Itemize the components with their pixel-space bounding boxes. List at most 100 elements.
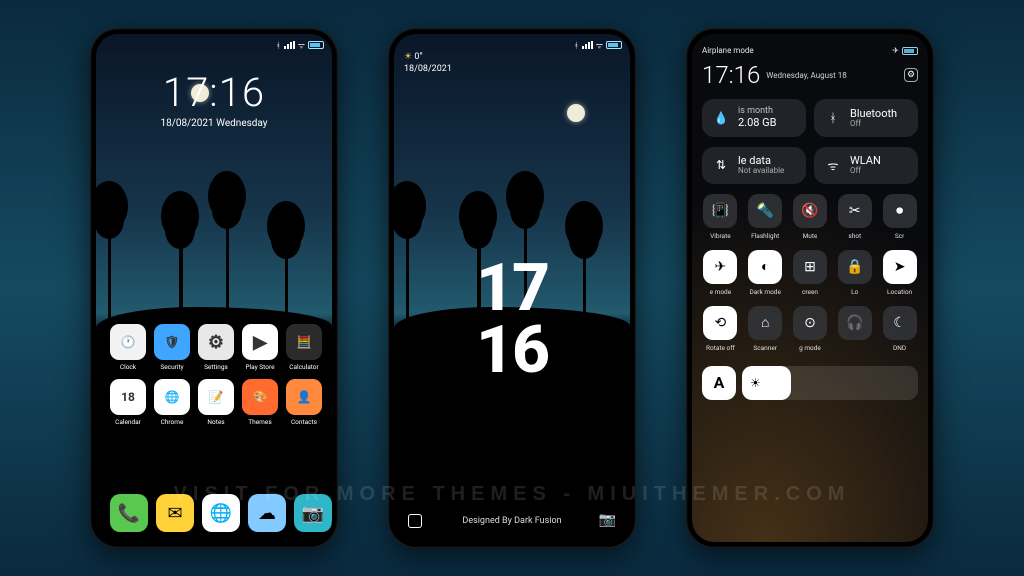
toggle-vibrate[interactable]: 📳Vibrate <box>702 194 739 240</box>
clock-widget[interactable]: 17:16 18/08/2021 Wednesday <box>96 69 332 129</box>
toggle-label: Location <box>887 288 912 296</box>
phone-home: ᚼ ᯤ 17:16 18/08/2021 Wednesday 🕐Clock🛡Se… <box>90 28 338 548</box>
toggle-label: Vibrate <box>710 232 731 240</box>
toggle-icon: ⊞ <box>793 250 827 284</box>
tile-main: Bluetooth <box>850 108 897 120</box>
toggle-label: shot <box>848 232 861 240</box>
time-text: 17:16 <box>96 69 332 116</box>
app-contacts[interactable]: 👤Contacts <box>286 379 322 426</box>
dock-camera[interactable]: 📷 <box>294 494 332 532</box>
cc-header: 17:16 Wednesday, August 18 ⚙ <box>702 61 918 89</box>
tile-icon: ⇅ <box>712 156 730 174</box>
toggle-rotate-off[interactable]: ⟲Rotate off <box>702 306 739 352</box>
temp-text: 0° <box>414 52 422 62</box>
date-text: 18/08/2021 Wednesday <box>96 118 332 129</box>
toggle-icon: 🎧 <box>838 306 872 340</box>
toggle-label: g mode <box>799 344 821 352</box>
app-label: Calendar <box>115 418 141 426</box>
app-label: Security <box>160 363 183 371</box>
tile-icon: ᯤ <box>824 156 842 174</box>
app-security[interactable]: 🛡Security <box>154 324 190 371</box>
app-icon: 18 <box>110 379 146 415</box>
toggle-location[interactable]: ➤ Location <box>881 250 918 296</box>
battery-icon <box>606 41 622 49</box>
toggle-icon: 🔇 <box>793 194 827 228</box>
app-calendar[interactable]: 18 Calendar <box>110 379 146 426</box>
toggle-scr[interactable]: ⏺ Scr <box>881 194 918 240</box>
dock-weather[interactable]: ☁ <box>248 494 286 532</box>
camera-shortcut-icon[interactable]: 📷 <box>599 512 616 528</box>
toggle-lo[interactable]: 🔒Lo <box>836 250 873 296</box>
app-label: Clock <box>120 363 136 371</box>
quick-settings-row: 📳Vibrate🔦Flashlight🔇Mute ✂ shot ⏺ Scr <box>702 194 918 240</box>
toggle-label: e mode <box>710 288 732 296</box>
weather-widget[interactable]: ☀ 0° 18/08/2021 <box>404 52 452 75</box>
brightness-slider[interactable]: ☀ <box>742 366 918 400</box>
dock-messages[interactable]: ✉ <box>156 494 194 532</box>
toggle-creen[interactable]: ⊞ creen <box>792 250 829 296</box>
app-notes[interactable]: 📝Notes <box>198 379 234 426</box>
control-center[interactable]: Airplane mode ✈ 17:16 Wednesday, August … <box>692 34 928 542</box>
app-label: Themes <box>248 418 271 426</box>
toggle-icon: 🔦 <box>748 194 782 228</box>
tile--gb[interactable]: 💧is month2.08 GB <box>702 99 806 137</box>
wifi-icon: ᯤ <box>298 40 305 51</box>
toggle-icon: ⟲ <box>703 306 737 340</box>
tile-icon: 💧 <box>712 109 730 127</box>
signal-icon <box>582 41 593 49</box>
tile-le-data[interactable]: ⇅le dataNot available <box>702 147 806 184</box>
toggle-label: Scr <box>895 232 904 240</box>
toggle-item[interactable]: 🎧 <box>836 306 873 352</box>
dock: 📞✉🌐☁📷 <box>110 494 318 532</box>
app-themes[interactable]: 🎨 Themes <box>242 379 278 426</box>
dock-phone[interactable]: 📞 <box>110 494 148 532</box>
toggle-icon: ⊙ <box>793 306 827 340</box>
app-icon: 🎨 <box>242 379 278 415</box>
cc-status-bar: Airplane mode ✈ <box>702 46 918 55</box>
app-icon: 📷 <box>294 494 332 532</box>
app-play-store[interactable]: ▶Play Store <box>242 324 278 371</box>
toggle-g-mode[interactable]: ⊙ g mode <box>792 306 829 352</box>
settings-button[interactable]: ⚙ <box>904 68 918 82</box>
moon <box>567 104 585 122</box>
toggle-flashlight[interactable]: 🔦Flashlight <box>747 194 784 240</box>
app-chrome[interactable]: 🌐Chrome <box>154 379 190 426</box>
toggle-icon: ◐ <box>748 250 782 284</box>
app-icon: 🕐 <box>110 324 146 360</box>
tile-icon: ᚼ <box>824 109 842 127</box>
tile-sub: Off <box>850 120 897 129</box>
brightness-row: A ☀ <box>702 366 918 400</box>
toggle-icon: ⏺ <box>883 194 917 228</box>
dock-browser[interactable]: 🌐 <box>202 494 240 532</box>
phone-control-center: Airplane mode ✈ 17:16 Wednesday, August … <box>686 28 934 548</box>
toggle-e-mode[interactable]: ✈e mode <box>702 250 739 296</box>
home-screen[interactable]: ᚼ ᯤ 17:16 18/08/2021 Wednesday 🕐Clock🛡Se… <box>96 34 332 542</box>
toggle-icon: ➤ <box>883 250 917 284</box>
app-clock[interactable]: 🕐 Clock <box>110 324 146 371</box>
toggle-icon: ✂ <box>838 194 872 228</box>
app-icon: ⚙ <box>198 324 234 360</box>
app-calculator[interactable]: 🧮Calculator <box>286 324 322 371</box>
auto-brightness-toggle[interactable]: A <box>702 366 736 400</box>
app-icon: ☁ <box>248 494 286 532</box>
airplane-label: Airplane mode <box>702 46 754 55</box>
bluetooth-icon: ᚼ <box>574 41 579 50</box>
toggle-label: Dark mode <box>749 288 780 296</box>
toggle-dnd[interactable]: ☾DND <box>881 306 918 352</box>
app-settings[interactable]: ⚙ Settings <box>198 324 234 371</box>
toggle-mute[interactable]: 🔇Mute <box>792 194 829 240</box>
app-label: Settings <box>204 363 228 371</box>
tile-bluetooth[interactable]: ᚼ BluetoothOff <box>814 99 918 137</box>
toggle-dark-mode[interactable]: ◐ Dark mode <box>747 250 784 296</box>
lock-hour: 17 <box>394 258 630 321</box>
toggle-shot[interactable]: ✂ shot <box>836 194 873 240</box>
lock-minute: 16 <box>394 320 630 383</box>
cc-time: 17:16 <box>702 61 760 89</box>
toggle-icon: 🔒 <box>838 250 872 284</box>
toggle-label: creen <box>802 288 818 296</box>
tile-wlan[interactable]: ᯤWLANOff <box>814 147 918 184</box>
tile-sub: Not available <box>738 167 784 176</box>
app-icon: 👤 <box>286 379 322 415</box>
lock-screen[interactable]: ᚼ ᯤ ☀ 0° 18/08/2021 17 16 Designed By Da… <box>394 34 630 542</box>
toggle-scanner[interactable]: ⌂Scanner <box>747 306 784 352</box>
